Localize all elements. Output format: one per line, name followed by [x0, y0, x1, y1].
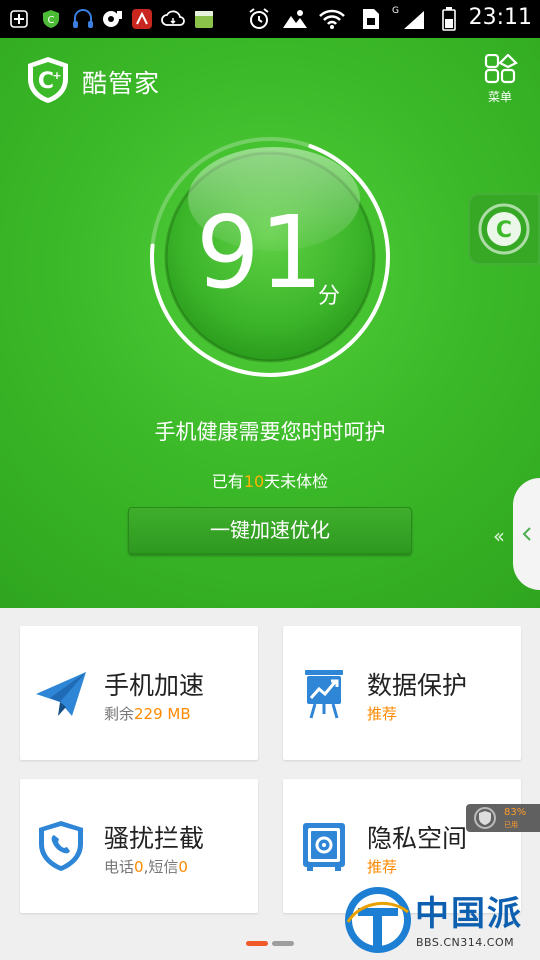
app-shield-icon: C: [40, 8, 62, 30]
signal-icon: G: [392, 6, 426, 30]
health-panel: C + 酷管家 菜单 91 分 C 手机健康需要您时时呵护 已有10天未体检 一…: [0, 38, 540, 608]
sms-count: 0: [178, 858, 188, 876]
media-icon: [100, 8, 124, 30]
double-chevron-left-icon: ‹‹: [493, 524, 505, 548]
add-icon: [8, 8, 30, 30]
card-data-protection[interactable]: 数据保护 推荐: [283, 626, 521, 760]
score-unit: 分: [318, 284, 341, 309]
page-indicator-inactive: [272, 941, 294, 946]
app-title: 酷管家: [82, 69, 161, 98]
safe-icon: [303, 823, 345, 871]
health-score: 91: [196, 194, 324, 311]
landscape-icon: [282, 8, 308, 30]
svg-text:+: +: [52, 69, 61, 82]
shield-mini-icon: [474, 807, 496, 829]
watermark-logo-icon: [345, 887, 411, 953]
checkup-prefix: 已有: [211, 472, 244, 491]
recommend-badge: 推荐: [367, 705, 398, 723]
memory-usage-widget[interactable]: 83% 已用: [466, 804, 540, 832]
clock: 23:11: [468, 5, 532, 30]
card-subtitle: 电话0,短信0: [104, 856, 188, 877]
android-box-icon: [192, 8, 216, 30]
recommend-badge: 推荐: [367, 858, 398, 876]
antutu-icon: [130, 8, 154, 30]
chart-board-icon: [305, 670, 343, 719]
card-harassment-block[interactable]: 骚扰拦截 电话0,短信0: [20, 779, 258, 913]
sim-icon: [360, 8, 382, 30]
page-indicator-active: [246, 941, 268, 946]
status-bar: C G 23:11: [0, 0, 540, 38]
grid-menu-icon: [484, 53, 518, 84]
side-drawer-handle[interactable]: [513, 478, 540, 590]
app-logo-icon: C +: [24, 55, 72, 105]
checkup-suffix: 天未体检: [264, 472, 329, 491]
alarm-icon: [246, 8, 272, 30]
svg-text:C: C: [496, 218, 512, 243]
memory-percent: 83%: [504, 807, 527, 818]
watermark: 中国派 BBS.CN314.COM: [340, 880, 540, 960]
sms-label: ,短信: [143, 858, 179, 876]
svg-text:C: C: [48, 15, 55, 26]
memory-label: 已用: [504, 821, 518, 829]
card-title: 数据保护: [367, 671, 468, 700]
card-subtitle: 剩余229 MB: [104, 703, 191, 724]
card-title: 手机加速: [104, 671, 205, 700]
headset-icon: [70, 8, 96, 30]
chevron-left-icon: [522, 527, 531, 541]
menu-label: 菜单: [487, 90, 512, 104]
watermark-url: BBS.CN314.COM: [416, 936, 515, 949]
network-type: G: [392, 6, 399, 16]
card-title: 隐私空间: [367, 824, 468, 853]
floating-accelerator-ball[interactable]: C: [468, 193, 540, 265]
calls-label: 电话: [104, 858, 135, 876]
card-title: 骚扰拦截: [104, 824, 205, 853]
wifi-icon: [318, 8, 346, 30]
checkup-days: 10: [243, 472, 265, 491]
remaining-label: 剩余: [104, 705, 135, 723]
watermark-text: 中国派: [415, 894, 523, 934]
speed-ball-icon: C: [478, 203, 530, 255]
cloud-icon: [160, 8, 186, 30]
health-message: 手机健康需要您时时呵护: [154, 420, 386, 444]
card-phone-boost[interactable]: 手机加速 剩余229 MB: [20, 626, 258, 760]
battery-icon: [440, 7, 458, 31]
one-tap-optimize-button[interactable]: 一键加速优化: [128, 507, 412, 554]
paper-plane-icon: [36, 672, 86, 716]
checkup-status: 已有10天未体检: [0, 468, 540, 492]
menu-button[interactable]: 菜单: [478, 53, 522, 106]
remaining-memory: 229 MB: [134, 705, 191, 723]
calls-count: 0: [134, 858, 144, 876]
phone-shield-icon: [39, 821, 83, 871]
